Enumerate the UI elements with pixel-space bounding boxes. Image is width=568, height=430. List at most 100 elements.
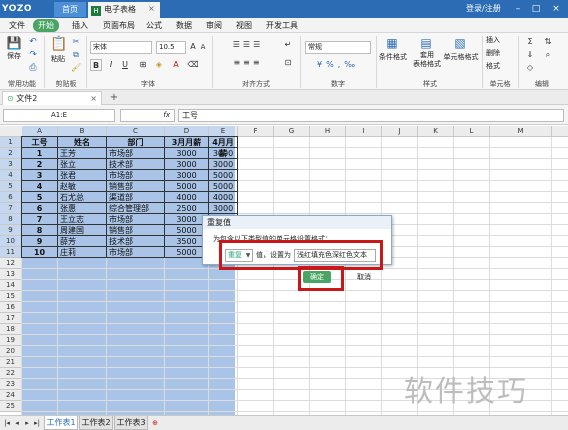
conditional-format-label[interactable]: 条件格式 [378, 53, 408, 62]
row-header-23[interactable]: 23 [0, 379, 22, 390]
row-header-11[interactable]: 11 [0, 247, 22, 258]
sort-icon[interactable]: ⇅ [542, 36, 554, 48]
row-header-8[interactable]: 8 [0, 214, 22, 225]
row-header-10[interactable]: 10 [0, 236, 22, 247]
column-header-f[interactable]: F [238, 126, 274, 137]
row-header-16[interactable]: 16 [0, 302, 22, 313]
cell-format-icon[interactable]: ▧ [452, 36, 468, 50]
column-header-h[interactable]: H [310, 126, 346, 137]
fx-icon[interactable]: fx [120, 109, 175, 122]
row-header-25[interactable]: 25 [0, 401, 22, 412]
formula-input[interactable]: 工号 [178, 109, 564, 122]
redo-icon[interactable]: ↷ [27, 48, 39, 62]
merge-cells-icon[interactable]: ⊡ [280, 57, 296, 69]
conditional-format-icon[interactable]: ▦ [384, 36, 400, 50]
menu-data[interactable]: 数据 [173, 19, 195, 32]
menu-developer[interactable]: 开发工具 [264, 19, 300, 32]
row-header-4[interactable]: 4 [0, 170, 22, 181]
minimize-icon[interactable]: – [512, 2, 524, 16]
row-header-17[interactable]: 17 [0, 313, 22, 324]
menu-insert[interactable]: 插入 [68, 19, 92, 32]
maximize-icon[interactable]: □ [530, 2, 542, 16]
format-painter-icon[interactable]: 🖌 [71, 61, 81, 75]
row-header-19[interactable]: 19 [0, 335, 22, 346]
sheet-tab-3[interactable]: 工作表3 [114, 416, 148, 430]
font-shrink-icon[interactable]: A [198, 41, 208, 53]
sheet-tab-1[interactable]: 工作表1 [44, 416, 78, 430]
row-header-12[interactable]: 12 [0, 258, 22, 269]
close-tab-icon[interactable]: × [148, 2, 158, 16]
vertical-align-icons[interactable]: ☰☰☰ [218, 39, 278, 51]
insert-cells-button[interactable]: 插入 [486, 36, 512, 45]
horizontal-align-icons[interactable]: ≡≡≡ [218, 57, 278, 69]
format-select[interactable]: 浅红填充色深红色文本 [294, 249, 376, 262]
row-header-7[interactable]: 7 [0, 203, 22, 214]
add-sheet-icon[interactable]: ⊕ [150, 418, 160, 429]
column-header-m[interactable]: M [490, 126, 552, 137]
menu-start[interactable]: 开始 [33, 19, 59, 32]
row-header-3[interactable]: 3 [0, 159, 22, 170]
ok-button[interactable]: 确定 [303, 271, 331, 283]
table-format-label[interactable]: 套用 表格格式 [410, 51, 444, 69]
chevron-down-icon[interactable]: ▼ [244, 250, 252, 261]
next-sheet-icon[interactable]: ▸ [23, 418, 31, 429]
row-header-6[interactable]: 6 [0, 192, 22, 203]
last-sheet-icon[interactable]: ▸| [33, 418, 41, 429]
table-cell[interactable]: 市场部 [106, 246, 165, 258]
find-icon[interactable]: ⌕ [542, 49, 554, 61]
row-header-22[interactable]: 22 [0, 368, 22, 379]
bold-button[interactable]: B [90, 59, 102, 71]
row-header-14[interactable]: 14 [0, 280, 22, 291]
prev-sheet-icon[interactable]: ◂ [13, 418, 21, 429]
number-format-icons[interactable]: ¥%,‰ [305, 59, 371, 71]
underline-button[interactable]: U [119, 59, 131, 71]
clear-format-icon[interactable]: ⌫ [187, 59, 199, 71]
italic-button[interactable]: I [105, 59, 117, 71]
row-header-5[interactable]: 5 [0, 181, 22, 192]
row-header-2[interactable]: 2 [0, 148, 22, 159]
print-icon[interactable]: ⎙ [27, 61, 39, 75]
row-header-24[interactable]: 24 [0, 390, 22, 401]
menu-review[interactable]: 审阅 [203, 19, 225, 32]
tab-home[interactable]: 首页 [54, 2, 86, 17]
row-header-9[interactable]: 9 [0, 225, 22, 236]
first-sheet-icon[interactable]: |◂ [3, 418, 11, 429]
sum-icon[interactable]: Σ [524, 36, 536, 48]
font-grow-icon[interactable]: A [188, 41, 198, 53]
font-color-icon[interactable]: A [170, 59, 182, 71]
paste-icon[interactable]: 📋 [50, 37, 67, 51]
sheet-tab-2[interactable]: 工作表2 [79, 416, 113, 430]
column-header-k[interactable]: K [418, 126, 454, 137]
cancel-button[interactable]: 取消 [350, 271, 378, 283]
font-size-select[interactable]: 10.5 [156, 41, 186, 54]
name-box[interactable]: A1:E [3, 109, 115, 122]
number-format-select[interactable]: 常规 [305, 41, 371, 54]
cell-format-label[interactable]: 单元格格式 [442, 53, 480, 62]
row-header-15[interactable]: 15 [0, 291, 22, 302]
new-tab-button[interactable]: + [108, 91, 120, 104]
delete-cells-button[interactable]: 删除 [486, 49, 512, 58]
save-icon[interactable]: 💾 [6, 36, 22, 50]
menu-formula[interactable]: 公式 [143, 19, 165, 32]
column-header-i[interactable]: I [346, 126, 382, 137]
copy-icon[interactable]: ⧉ [71, 48, 81, 62]
menu-page-layout[interactable]: 页面布局 [101, 19, 137, 32]
column-header-l[interactable]: L [454, 126, 490, 137]
column-header-j[interactable]: J [382, 126, 418, 137]
row-header-20[interactable]: 20 [0, 346, 22, 357]
row-header-13[interactable]: 13 [0, 269, 22, 280]
login-link[interactable]: 登录/注册 [466, 3, 508, 15]
wrap-text-icon[interactable]: ↵ [280, 39, 296, 51]
clear-icon[interactable]: ◇ [524, 62, 536, 74]
table-format-icon[interactable]: ▤ [418, 36, 434, 50]
fill-icon[interactable]: ⇓ [524, 49, 536, 61]
document-tab[interactable]: ⊙ 文件2 × [2, 91, 102, 105]
font-name-select[interactable]: 宋体 [90, 41, 152, 54]
fill-color-icon[interactable]: ◈ [153, 59, 165, 71]
table-cell[interactable]: 庄莉 [57, 246, 107, 258]
row-header-1[interactable]: 1 [0, 137, 22, 148]
cut-icon[interactable]: ✂ [71, 35, 81, 49]
menu-file[interactable]: 文件 [6, 19, 28, 32]
row-header-21[interactable]: 21 [0, 357, 22, 368]
menu-view[interactable]: 视图 [233, 19, 255, 32]
